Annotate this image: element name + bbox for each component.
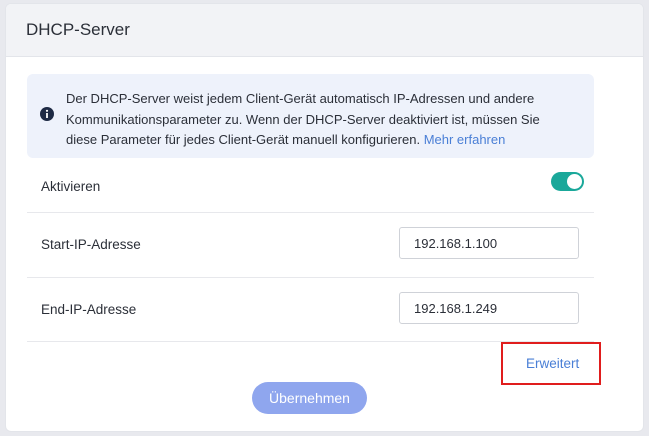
start-ip-label: Start-IP-Adresse <box>41 237 141 252</box>
start-ip-row: Start-IP-Adresse <box>27 213 594 278</box>
end-ip-row: End-IP-Adresse <box>27 278 594 342</box>
enable-toggle[interactable] <box>551 172 584 191</box>
end-ip-label: End-IP-Adresse <box>41 302 137 317</box>
dhcp-server-panel: DHCP-Server Der DHCP-Server weist jedem … <box>5 3 644 432</box>
enable-row: Aktivieren <box>27 164 594 213</box>
apply-button[interactable]: Übernehmen <box>252 382 367 414</box>
info-circle-icon <box>40 107 54 121</box>
end-ip-input[interactable] <box>399 292 579 324</box>
learn-more-link[interactable]: Mehr erfahren <box>424 132 506 147</box>
panel-header: DHCP-Server <box>6 4 643 57</box>
enable-label: Aktivieren <box>41 179 101 194</box>
info-box: Der DHCP-Server weist jedem Client-Gerät… <box>27 74 594 158</box>
toggle-knob <box>567 174 582 189</box>
advanced-link[interactable]: Erweitert <box>526 356 579 371</box>
page-title: DHCP-Server <box>26 20 130 39</box>
start-ip-input[interactable] <box>399 227 579 259</box>
